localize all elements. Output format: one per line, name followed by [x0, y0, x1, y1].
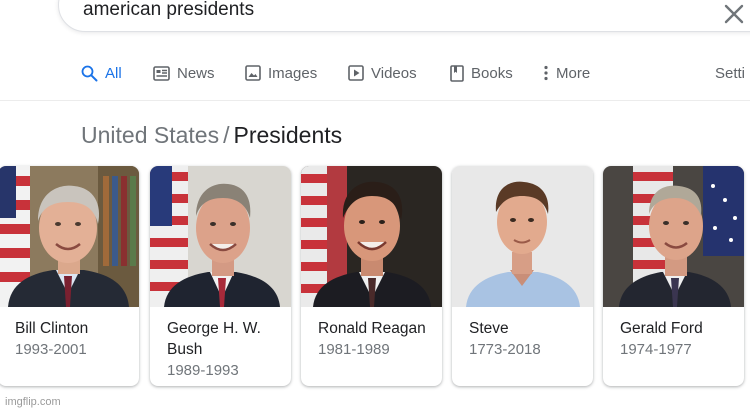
tab-books[interactable]: Books: [450, 60, 513, 86]
news-icon: [153, 65, 170, 81]
imgflip-watermark: imgflip.com: [5, 396, 61, 408]
tab-images[interactable]: Images: [245, 60, 317, 86]
president-photo: [603, 166, 744, 307]
president-years: 1981-1989: [318, 341, 390, 358]
president-name: Steve: [469, 320, 509, 337]
president-card[interactable]: Bill Clinton 1993-2001: [0, 166, 139, 386]
tab-news[interactable]: News: [153, 60, 215, 86]
president-years: 1773-2018: [469, 341, 541, 358]
book-icon: [450, 64, 464, 82]
image-icon: [245, 65, 261, 81]
president-years: 1974-1977: [620, 341, 692, 358]
breadcrumb-separator: /: [223, 122, 230, 148]
search-icon: [81, 65, 98, 81]
more-vert-icon: [544, 65, 548, 81]
card-text: Gerald Ford 1974-1977: [620, 318, 738, 360]
tab-label: News: [177, 64, 215, 82]
breadcrumb: United States / Presidents: [81, 122, 342, 149]
card-text: George H. W. Bush 1989-1993: [167, 318, 285, 381]
president-photo: [452, 166, 593, 307]
video-icon: [348, 65, 364, 81]
card-text: Ronald Reagan 1981-1989: [318, 318, 436, 360]
card-text: Bill Clinton 1993-2001: [15, 318, 133, 360]
settings-link[interactable]: Setti: [715, 60, 745, 86]
tab-label: All: [105, 64, 122, 82]
president-name: Ronald Reagan: [318, 320, 426, 337]
president-name: Gerald Ford: [620, 320, 703, 337]
tab-label: More: [556, 64, 591, 82]
tab-label: Videos: [371, 64, 417, 82]
card-text: Steve 1773-2018: [469, 318, 587, 360]
president-photo: [150, 166, 291, 307]
clear-search-icon[interactable]: [723, 3, 745, 25]
tabs-divider: [0, 100, 750, 101]
search-tabs: All News Images Videos Books More Setti: [0, 60, 750, 86]
tab-more[interactable]: More: [543, 60, 590, 86]
president-photo: [0, 166, 139, 307]
tab-label: Images: [268, 64, 318, 82]
tab-label: Books: [471, 64, 513, 82]
tab-all[interactable]: All: [81, 60, 122, 86]
president-name: George H. W. Bush: [167, 320, 261, 358]
president-card[interactable]: Gerald Ford 1974-1977: [603, 166, 744, 386]
president-card[interactable]: Ronald Reagan 1981-1989: [301, 166, 442, 386]
tab-videos[interactable]: Videos: [348, 60, 417, 86]
president-card[interactable]: Steve 1773-2018: [452, 166, 593, 386]
search-box[interactable]: american presidents: [58, 0, 750, 32]
breadcrumb-parent[interactable]: United States: [81, 122, 219, 148]
page-title: Presidents: [233, 122, 343, 148]
search-input[interactable]: american presidents: [83, 0, 254, 21]
president-name: Bill Clinton: [15, 320, 89, 337]
president-photo: [301, 166, 442, 307]
president-card[interactable]: George H. W. Bush 1989-1993: [150, 166, 291, 386]
president-years: 1993-2001: [15, 341, 87, 358]
president-years: 1989-1993: [167, 362, 239, 379]
